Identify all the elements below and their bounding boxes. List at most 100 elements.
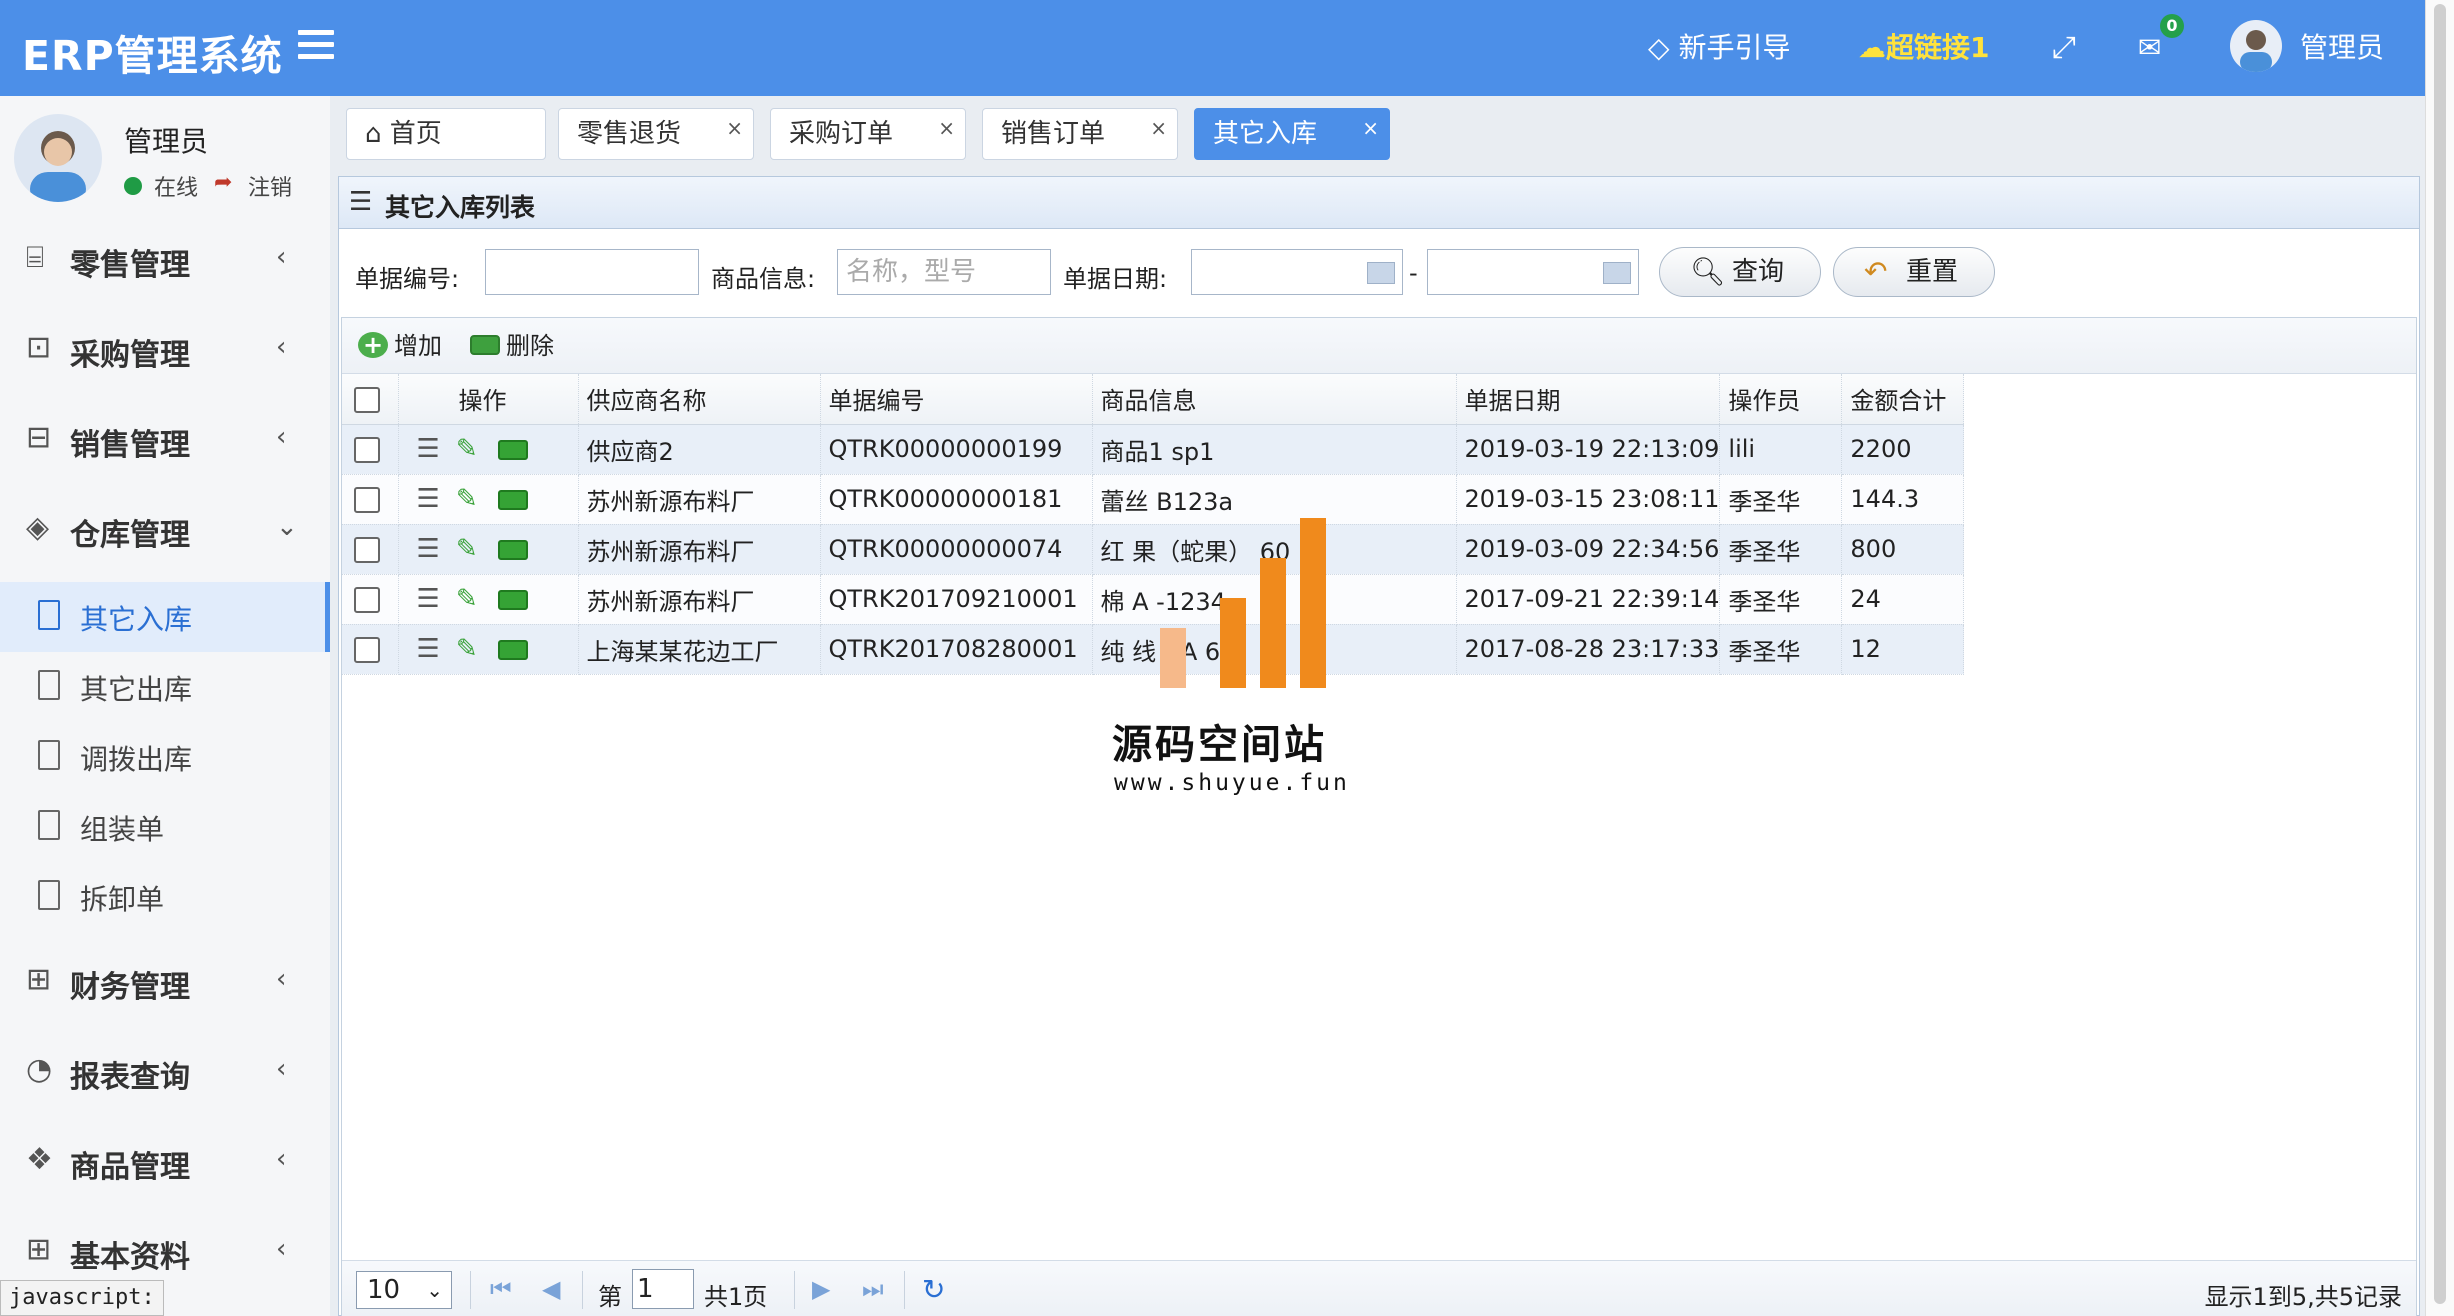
row-checkbox[interactable] xyxy=(354,637,380,663)
cell-operator: 季圣华 xyxy=(1719,524,1843,575)
goods-input[interactable]: 名称，型号 xyxy=(837,249,1051,295)
delete-row-icon[interactable] xyxy=(497,540,528,560)
refresh-icon[interactable]: ↻ xyxy=(922,1273,945,1306)
tab-purchase-order[interactable]: 采购订单 × xyxy=(770,108,966,160)
sidebar-item-goods[interactable]: ❖ 商品管理 ‹ xyxy=(0,1118,330,1208)
document-icon xyxy=(38,600,60,630)
add-button[interactable]: + 增加 xyxy=(358,330,442,362)
fullscreen-icon[interactable]: ⤢ xyxy=(2052,28,2076,68)
sidebar-subitem-label: 其它出库 xyxy=(80,673,193,706)
watermark-url: www.shuyue.fun xyxy=(1114,770,1350,796)
bill-no-input[interactable] xyxy=(485,249,699,295)
calendar-icon[interactable] xyxy=(1367,262,1395,284)
delete-row-icon[interactable] xyxy=(497,440,528,460)
sidebar-subitem-assemble[interactable]: 组装单 xyxy=(0,792,330,862)
avatar[interactable] xyxy=(2230,20,2282,72)
close-icon[interactable]: × xyxy=(1362,103,1379,153)
sidebar-subitem-other-out[interactable]: 其它出库 xyxy=(0,652,330,722)
page-number-input[interactable]: 1 xyxy=(632,1269,694,1309)
edit-pencil-icon[interactable]: ✎ xyxy=(456,584,478,614)
query-button[interactable]: 🔍︎ 查询 xyxy=(1659,247,1821,297)
detail-list-icon[interactable]: ☰ xyxy=(417,434,440,464)
data-grid: +增加 删除 操作 供应商名称 单据编号 商品信息 单据日期 操作员 金额合计 xyxy=(341,317,2417,1316)
cell-supplier: 苏州新源布料厂 xyxy=(578,474,821,525)
column-header[interactable]: 操作员 xyxy=(1719,374,1843,425)
chevron-left-icon: ‹ xyxy=(276,242,287,272)
sidebar-item-purchase[interactable]: ⊡ 采购管理 ‹ xyxy=(0,306,330,396)
first-page-icon[interactable]: ⏮ xyxy=(490,1275,512,1303)
app-logo[interactable]: ERP管理系统 xyxy=(22,22,283,82)
hyperlink-label: 超链接1 xyxy=(1886,31,1990,64)
detail-list-icon[interactable]: ☰ xyxy=(417,634,440,664)
close-icon[interactable]: × xyxy=(726,103,743,153)
next-page-icon[interactable]: ▶ xyxy=(812,1275,830,1303)
sidebar-subitem-label: 调拨出库 xyxy=(80,743,193,776)
tab-home[interactable]: ⌂ 首页 xyxy=(346,108,546,160)
guide-link[interactable]: ◇ 新手引导 xyxy=(1648,28,1790,68)
row-checkbox[interactable] xyxy=(354,437,380,463)
last-page-icon[interactable]: ⏭ xyxy=(862,1275,884,1303)
sidebar-item-label: 报表查询 xyxy=(70,1060,190,1095)
cell-operator: lili xyxy=(1719,424,1843,475)
cell-date: 2019-03-15 23:08:11 xyxy=(1456,474,1721,525)
column-header[interactable]: 单据日期 xyxy=(1456,374,1721,425)
delete-row-icon[interactable] xyxy=(497,590,528,610)
tab-retail-return[interactable]: 零售退货 × xyxy=(558,108,754,160)
calendar-icon[interactable] xyxy=(1603,262,1631,284)
column-header[interactable]: 商品信息 xyxy=(1092,374,1457,425)
delete-row-icon[interactable] xyxy=(497,490,528,510)
row-checkbox[interactable] xyxy=(354,587,380,613)
panel-title: 其它入库列表 xyxy=(385,193,536,222)
edit-pencil-icon[interactable]: ✎ xyxy=(456,534,478,564)
column-header[interactable]: 供应商名称 xyxy=(578,374,821,425)
edit-pencil-icon[interactable]: ✎ xyxy=(456,434,478,464)
hyperlink-link[interactable]: ☁超链接1 xyxy=(1858,28,1989,68)
page-scrollbar[interactable] xyxy=(2425,0,2454,1316)
sidebar-item-label: 仓库管理 xyxy=(70,518,190,553)
select-all-checkbox[interactable] xyxy=(354,386,380,413)
tab-label: 其它入库 xyxy=(1213,119,1318,149)
row-checkbox[interactable] xyxy=(354,537,380,563)
detail-list-icon[interactable]: ☰ xyxy=(417,534,440,564)
sidebar-subitem-other-in[interactable]: 其它入库 xyxy=(0,582,330,652)
column-header[interactable]: 单据编号 xyxy=(820,374,1093,425)
prev-page-icon[interactable]: ◀ xyxy=(542,1275,560,1303)
cell-amount: 24 xyxy=(1841,574,1965,625)
tab-other-in[interactable]: 其它入库 × xyxy=(1194,108,1390,160)
mail-icon[interactable]: ✉ xyxy=(2138,28,2161,68)
header-username[interactable]: 管理员 xyxy=(2300,28,2384,68)
delete-row-icon[interactable] xyxy=(497,640,528,660)
scroll-thumb[interactable] xyxy=(2434,4,2446,1304)
cell-bill-no: QTRK201708280001 xyxy=(820,624,1093,675)
tab-sales-order[interactable]: 销售订单 × xyxy=(982,108,1178,160)
menu-icon[interactable] xyxy=(298,30,334,64)
detail-list-icon[interactable]: ☰ xyxy=(417,484,440,514)
sidebar-subitem-disassemble[interactable]: 拆卸单 xyxy=(0,862,330,932)
chevron-left-icon: ‹ xyxy=(276,332,287,362)
logout-icon[interactable]: ➦ xyxy=(214,170,232,195)
grid-toolbar: + 增加 删除 xyxy=(342,318,2416,374)
logout-link[interactable]: 注销 xyxy=(248,170,292,202)
sidebar-item-sales[interactable]: ⊟ 销售管理 ‹ xyxy=(0,396,330,486)
cell-date: 2019-03-09 22:34:56 xyxy=(1456,524,1721,575)
guide-label: 新手引导 xyxy=(1678,31,1791,64)
query-button-label: 查询 xyxy=(1732,257,1785,287)
cell-amount: 12 xyxy=(1841,624,1965,675)
sidebar-item-finance[interactable]: ⊞ 财务管理 ‹ xyxy=(0,938,330,1028)
table-row[interactable]: ☰ ✎ 供应商2 QTRK00000000199 商品1 sp1 2019-03-… xyxy=(342,424,1965,475)
column-header[interactable]: 金额合计 xyxy=(1841,374,1965,425)
detail-list-icon[interactable]: ☰ xyxy=(417,584,440,614)
page-size-select[interactable]: 10 ⌄ xyxy=(356,1271,452,1309)
row-checkbox[interactable] xyxy=(354,487,380,513)
close-icon[interactable]: × xyxy=(938,103,955,153)
reset-button[interactable]: ↶ 重置 xyxy=(1833,247,1995,297)
sidebar-item-warehouse[interactable]: ◈ 仓库管理 ⌄ xyxy=(0,486,330,576)
close-icon[interactable]: × xyxy=(1150,103,1167,153)
pie-icon: ◔ xyxy=(26,1052,53,1087)
sidebar-item-retail[interactable]: ⌸ 零售管理 ‹ xyxy=(0,216,330,306)
delete-button[interactable]: 删除 xyxy=(470,330,554,362)
edit-pencil-icon[interactable]: ✎ xyxy=(456,484,478,514)
sidebar-item-reports[interactable]: ◔ 报表查询 ‹ xyxy=(0,1028,330,1118)
edit-pencil-icon[interactable]: ✎ xyxy=(456,634,478,664)
sidebar-subitem-transfer[interactable]: 调拨出库 xyxy=(0,722,330,792)
